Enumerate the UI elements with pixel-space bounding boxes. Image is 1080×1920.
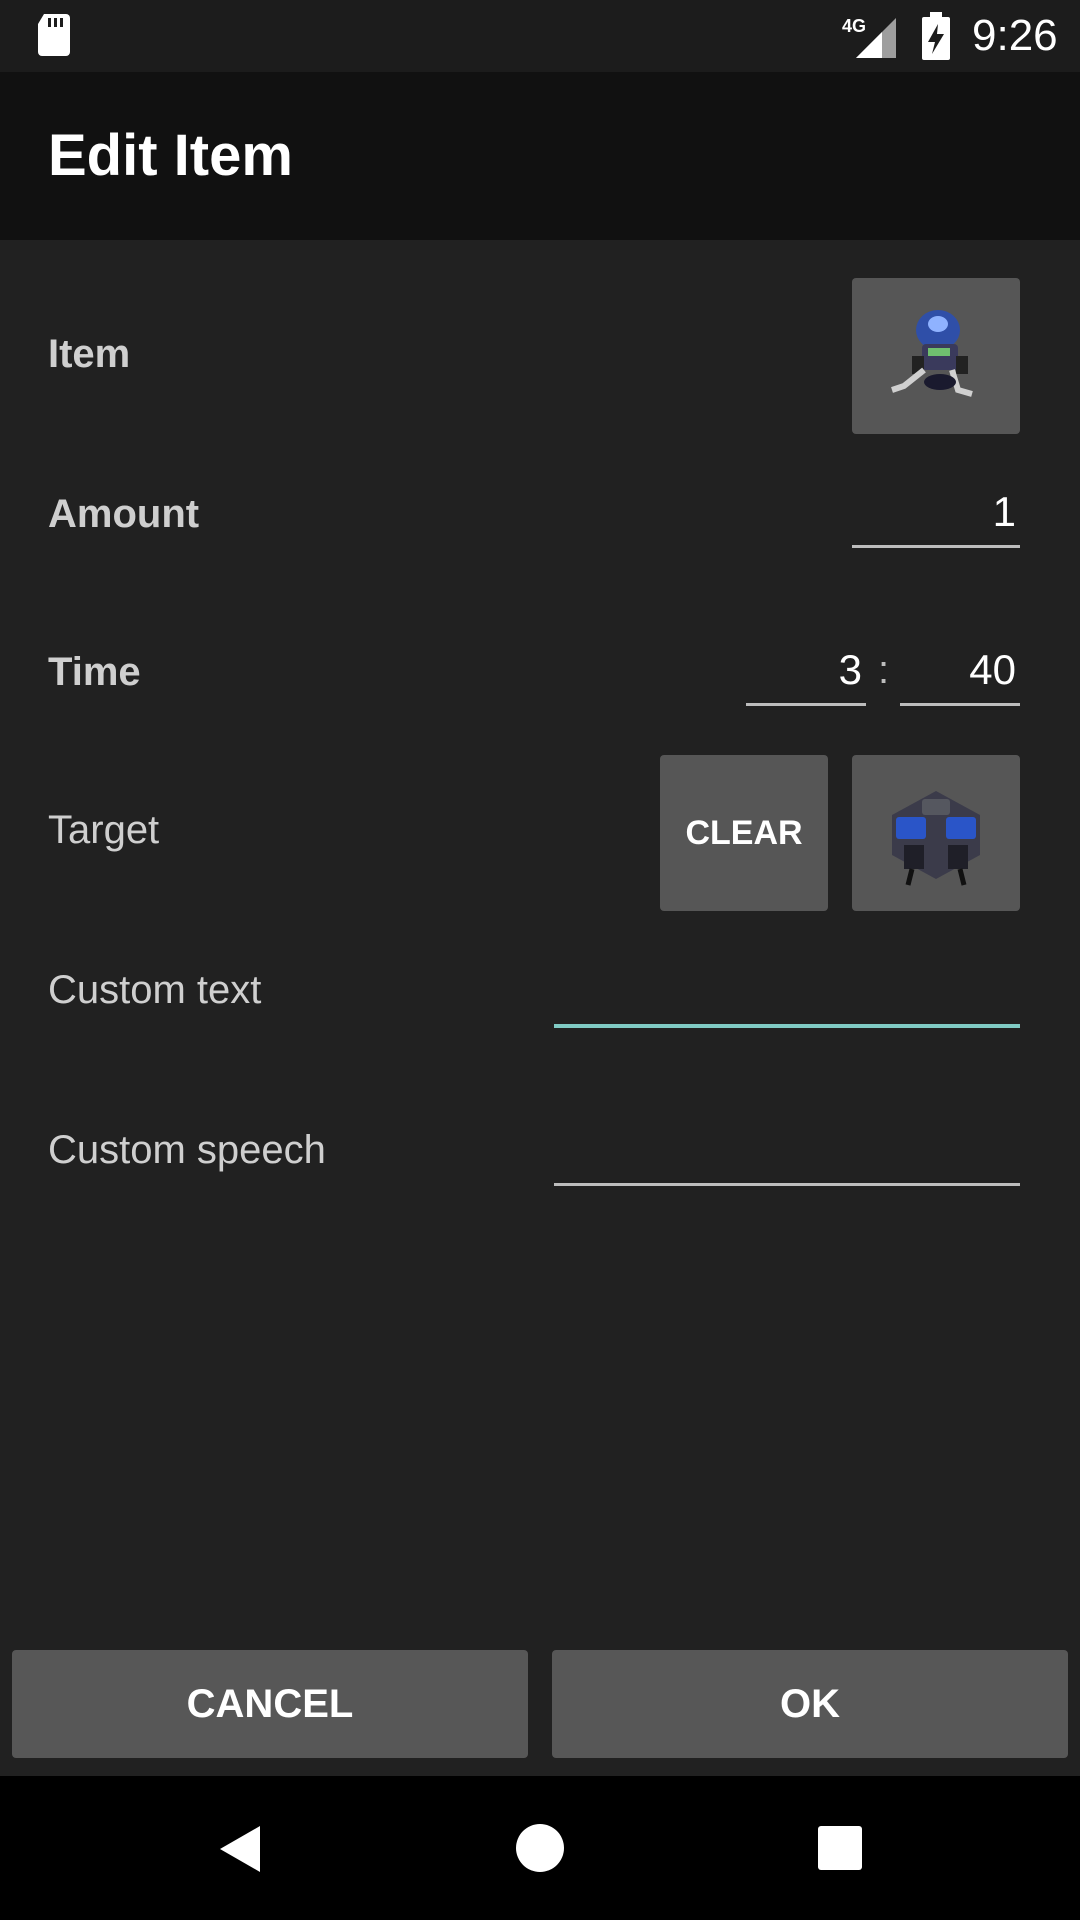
custom-speech-label: Custom speech: [48, 1128, 326, 1172]
target-select-button[interactable]: [852, 755, 1020, 911]
time-minutes-field[interactable]: 3: [746, 644, 866, 706]
custom-text-label: Custom text: [48, 968, 262, 1012]
cancel-button[interactable]: CANCEL: [12, 1650, 528, 1758]
navigation-bar: [0, 1776, 1080, 1920]
app-bar: Edit Item: [0, 72, 1080, 240]
custom-speech-input[interactable]: [554, 1122, 1020, 1186]
battery-charging-icon: [922, 12, 950, 60]
ok-button[interactable]: OK: [552, 1650, 1068, 1758]
sd-card-icon: [38, 14, 70, 56]
status-time: 9:26: [972, 11, 1058, 60]
recents-icon[interactable]: [818, 1826, 862, 1870]
time-seconds-field[interactable]: 40: [900, 644, 1020, 706]
unit-portrait-icon: [891, 310, 973, 397]
back-icon[interactable]: [216, 1824, 264, 1874]
time-label: Time: [48, 650, 141, 694]
item-select-button[interactable]: [852, 278, 1020, 434]
clear-target-button[interactable]: CLEAR: [660, 755, 828, 911]
status-bar: 4G 9:26: [0, 0, 1080, 72]
target-unit-icon: [892, 791, 980, 886]
page-title: Edit Item: [48, 123, 293, 188]
amount-label: Amount: [48, 492, 200, 536]
amount-field[interactable]: 1: [852, 486, 1020, 548]
time-separator: :: [878, 648, 890, 692]
signal-icon: 4G: [842, 16, 896, 58]
network-type: 4G: [842, 16, 866, 36]
item-label: Item: [48, 332, 131, 376]
target-label: Target: [48, 808, 160, 852]
home-icon[interactable]: [514, 1822, 566, 1874]
custom-text-input[interactable]: [554, 964, 1020, 1028]
